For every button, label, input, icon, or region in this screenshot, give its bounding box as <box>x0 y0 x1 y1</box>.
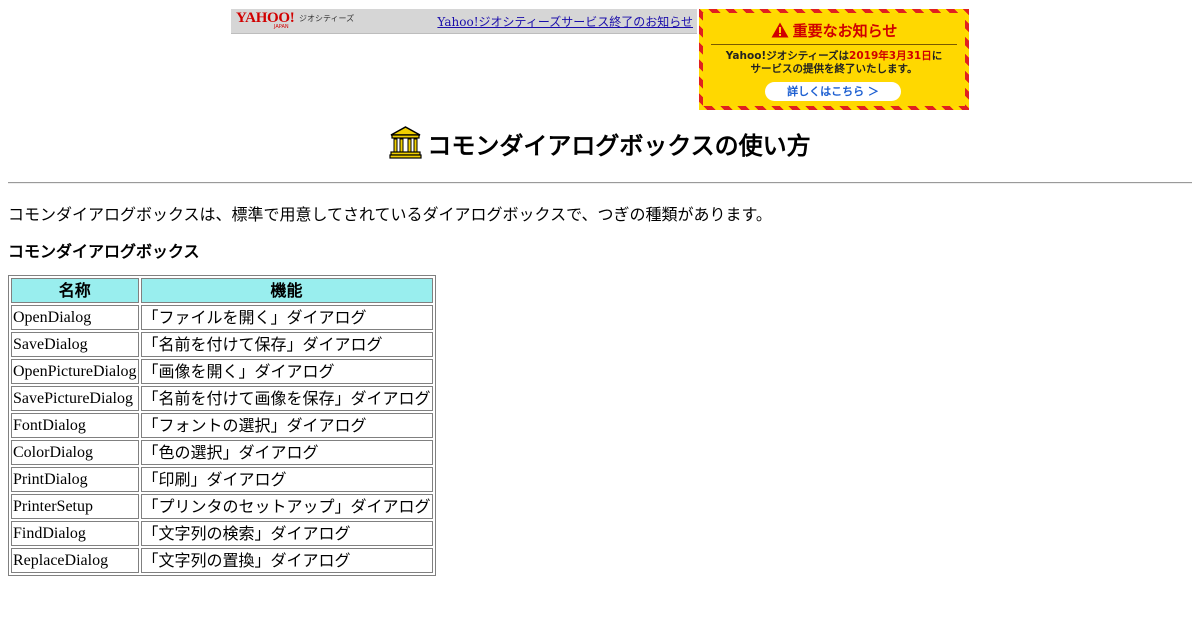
dialog-name-cell: FindDialog <box>11 521 139 546</box>
notice-line2: サービスの提供を終了いたします。 <box>750 63 918 75</box>
notice-title: 重要なお知らせ <box>703 20 965 41</box>
bank-building-icon <box>389 126 422 159</box>
table-header-row: 名称 機能 <box>11 278 433 303</box>
notice-panel: 重要なお知らせ Yahoo!ジオシティーズは2019年3月31日に サービスの提… <box>703 13 965 106</box>
dialog-name-cell: FontDialog <box>11 413 139 438</box>
dialog-function-cell: 「ファイルを開く」ダイアログ <box>140 305 433 330</box>
dialog-function-cell: 「名前を付けて保存」ダイアログ <box>140 332 433 357</box>
table-row: OpenPictureDialog 「画像を開く」ダイアログ <box>11 359 433 384</box>
dialog-function-cell: 「フォントの選択」ダイアログ <box>140 413 433 438</box>
dialog-function-cell: 「画像を開く」ダイアログ <box>140 359 433 384</box>
table-row: ColorDialog 「色の選択」ダイアログ <box>11 440 433 465</box>
dialog-function-cell: 「文字列の置換」ダイアログ <box>140 548 433 573</box>
dialog-name-cell: SaveDialog <box>11 332 139 357</box>
table-row: SavePictureDialog 「名前を付けて画像を保存」ダイアログ <box>11 386 433 411</box>
column-header-function: 機能 <box>140 278 433 303</box>
dialog-name-cell: PrinterSetup <box>11 494 139 519</box>
section-heading: コモンダイアログボックス <box>8 242 200 261</box>
service-end-notice-link[interactable]: Yahoo!ジオシティーズサービス終了のお知らせ <box>437 13 693 30</box>
dialog-name-cell: OpenDialog <box>11 305 139 330</box>
important-notice-banner[interactable]: 重要なお知らせ Yahoo!ジオシティーズは2019年3月31日に サービスの提… <box>699 9 969 110</box>
notice-line1-suffix: に <box>931 50 943 62</box>
dialog-name-cell: OpenPictureDialog <box>11 359 139 384</box>
dialog-function-cell: 「印刷」ダイアログ <box>140 467 433 492</box>
notice-message: Yahoo!ジオシティーズは2019年3月31日に サービスの提供を終了いたしま… <box>703 50 965 76</box>
table-row: FontDialog 「フォントの選択」ダイアログ <box>11 413 433 438</box>
intro-paragraph: コモンダイアログボックスは、標準で用意してされているダイアログボックスで、つぎの… <box>8 205 772 224</box>
column-header-name: 名称 <box>11 278 139 303</box>
table-row: PrintDialog 「印刷」ダイアログ <box>11 467 433 492</box>
geocities-service-name: ジオシティーズ <box>299 14 355 23</box>
horizontal-rule <box>8 182 1192 184</box>
table-row: SaveDialog 「名前を付けて保存」ダイアログ <box>11 332 433 357</box>
page: YAHOO! JAPAN ジオシティーズ Yahoo!ジオシティーズサービス終了… <box>0 0 1200 630</box>
geocities-header-bar: YAHOO! JAPAN ジオシティーズ Yahoo!ジオシティーズサービス終了… <box>231 9 697 34</box>
dialog-function-cell: 「色の選択」ダイアログ <box>140 440 433 465</box>
page-heading: コモンダイアログボックスの使い方 <box>0 126 1200 166</box>
table-row: ReplaceDialog 「文字列の置換」ダイアログ <box>11 548 433 573</box>
table-row: FindDialog 「文字列の検索」ダイアログ <box>11 521 433 546</box>
dialog-name-cell: SavePictureDialog <box>11 386 139 411</box>
dialog-name-cell: ReplaceDialog <box>11 548 139 573</box>
notice-divider <box>711 44 957 45</box>
warning-icon <box>771 22 789 38</box>
dialog-name-cell: PrintDialog <box>11 467 139 492</box>
table-row: OpenDialog 「ファイルを開く」ダイアログ <box>11 305 433 330</box>
notice-end-date: 2019年3月31日 <box>849 50 932 62</box>
dialog-name-cell: ColorDialog <box>11 440 139 465</box>
yahoo-logo-japan: JAPAN <box>274 24 289 30</box>
dialog-function-cell: 「名前を付けて画像を保存」ダイアログ <box>140 386 433 411</box>
notice-details-button[interactable]: 詳しくはこちら ＞ <box>765 82 901 101</box>
page-title: コモンダイアログボックスの使い方 <box>427 132 811 160</box>
dialog-types-table: 名称 機能 OpenDialog 「ファイルを開く」ダイアログ SaveDial… <box>8 275 436 576</box>
table-row: PrinterSetup 「プリンタのセットアップ」ダイアログ <box>11 494 433 519</box>
notice-title-text: 重要なお知らせ <box>792 22 898 40</box>
dialog-function-cell: 「プリンタのセットアップ」ダイアログ <box>140 494 433 519</box>
dialog-function-cell: 「文字列の検索」ダイアログ <box>140 521 433 546</box>
notice-line1-prefix: Yahoo!ジオシティーズは <box>725 50 850 62</box>
